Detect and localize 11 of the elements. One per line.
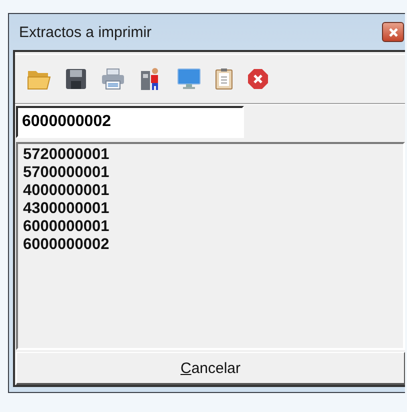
- close-button[interactable]: [382, 22, 404, 42]
- cancel-button[interactable]: Cancelar: [16, 352, 405, 385]
- list-item[interactable]: 6000000001: [23, 218, 398, 236]
- window-title: Extractos a imprimir: [19, 24, 152, 40]
- list-item[interactable]: 4300000001: [23, 200, 398, 218]
- list-item[interactable]: 5700000001: [23, 164, 398, 182]
- list-item[interactable]: 6000000002: [23, 236, 398, 254]
- list-item[interactable]: 5720000001: [23, 146, 398, 164]
- close-icon: [388, 26, 398, 38]
- list-item[interactable]: 4000000001: [23, 182, 398, 200]
- input-field[interactable]: 6000000002: [16, 106, 244, 138]
